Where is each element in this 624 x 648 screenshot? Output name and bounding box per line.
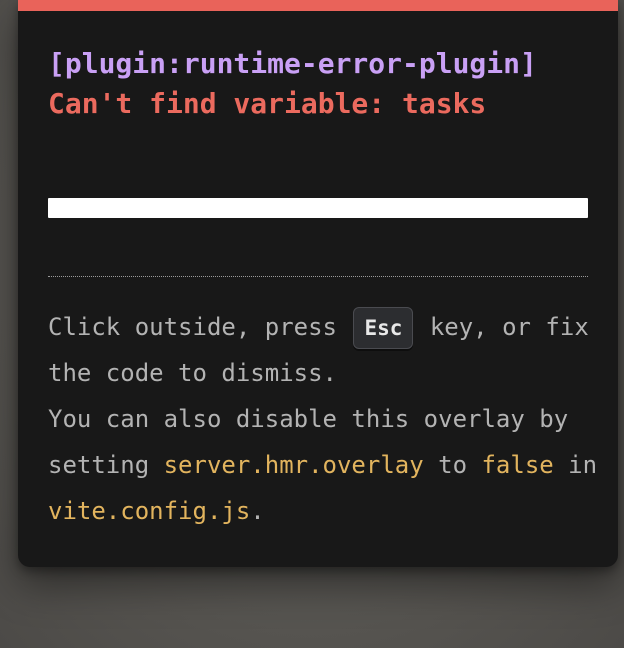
plugin-name: [plugin:runtime-error-plugin] [48, 47, 537, 80]
error-text: Can't find variable: tasks [48, 87, 487, 120]
divider [48, 276, 588, 277]
error-message: [plugin:runtime-error-plugin] Can't find… [48, 44, 598, 124]
config-value: false [481, 451, 554, 479]
code-frame [48, 198, 588, 218]
config-file: vite.config.js [48, 497, 251, 525]
esc-key-hint: Esc [353, 307, 414, 349]
tip-text-6: . [250, 497, 265, 525]
dismiss-tip: Click outside, press Esc key, or fix the… [48, 304, 608, 534]
tip-text-5: in [553, 451, 612, 479]
error-overlay: [plugin:runtime-error-plugin] Can't find… [18, 0, 618, 567]
tip-text-1: Click outside, press [48, 313, 352, 341]
tip-text-4: to [423, 451, 482, 479]
config-option: server.hmr.overlay [163, 451, 424, 479]
